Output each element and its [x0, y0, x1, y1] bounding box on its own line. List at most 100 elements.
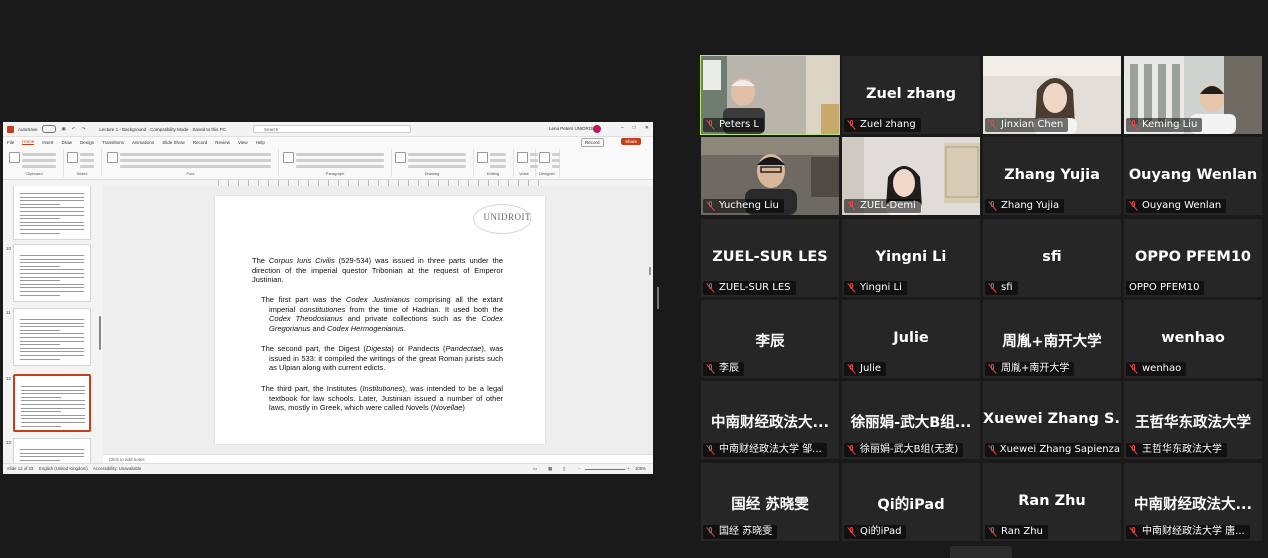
- split-view-divider[interactable]: [657, 287, 659, 309]
- tab-home[interactable]: Home: [22, 139, 35, 145]
- participant-name: 李辰: [719, 363, 739, 374]
- thumbnail-text-line: [20, 255, 84, 256]
- tab-transitions[interactable]: Transitions: [102, 140, 124, 145]
- ribbon-command[interactable]: [22, 165, 56, 168]
- paragraph-icon[interactable]: [283, 152, 294, 163]
- participant-tile[interactable]: ZUEL-Demi: [842, 137, 980, 215]
- tab-view[interactable]: View: [238, 140, 248, 145]
- tab-review[interactable]: Review: [215, 140, 230, 145]
- tab-animations[interactable]: Animations: [132, 140, 154, 145]
- participant-tile[interactable]: Peters L: [700, 55, 840, 135]
- zoom-slider[interactable]: [585, 469, 625, 470]
- search-input[interactable]: Search: [253, 125, 411, 133]
- undo-icon[interactable]: ↶: [72, 126, 76, 132]
- ribbon-command[interactable]: [296, 165, 384, 168]
- participant-tile[interactable]: Ran Zhu Ran Zhu: [983, 463, 1121, 541]
- ribbon-command[interactable]: [490, 153, 506, 156]
- ribbon-command[interactable]: [552, 159, 560, 162]
- minimize-icon[interactable]: –: [621, 125, 624, 131]
- ribbon-command[interactable]: [80, 153, 94, 156]
- ribbon-command[interactable]: [552, 165, 560, 168]
- zoom-in-icon[interactable]: +: [627, 464, 630, 474]
- tab-record[interactable]: Record: [193, 140, 208, 145]
- participant-tile[interactable]: Zuel zhang Zuel zhang: [842, 56, 980, 134]
- participant-tile[interactable]: Yucheng Liu: [701, 137, 839, 215]
- ribbon-group-label: Drawing: [424, 171, 440, 176]
- participant-tile[interactable]: Keming Liu: [1124, 56, 1262, 134]
- language-indicator[interactable]: English (United Kingdom): [39, 464, 88, 474]
- ribbon-command[interactable]: [408, 159, 466, 162]
- participant-tile[interactable]: wenhao wenhao: [1124, 300, 1262, 378]
- ribbon-command[interactable]: [296, 159, 384, 162]
- ribbon-command[interactable]: [408, 153, 466, 156]
- ribbon-command[interactable]: [80, 159, 94, 162]
- ribbon-command[interactable]: [120, 165, 271, 168]
- participant-tile[interactable]: ZUEL-SUR LES ZUEL-SUR LES: [701, 219, 839, 297]
- ribbon-command[interactable]: [120, 153, 271, 156]
- share-button[interactable]: Share: [621, 138, 642, 145]
- account-name[interactable]: Lena Peters UNIDROIT: [549, 126, 596, 131]
- ribbon-command[interactable]: [80, 165, 94, 168]
- tab-slide-show[interactable]: Slide Show: [162, 140, 185, 145]
- participant-tile[interactable]: 周胤+南开大学 周胤+南开大学: [983, 300, 1121, 378]
- normal-view-icon[interactable]: ▭: [533, 464, 537, 474]
- slide-thumbnail[interactable]: [13, 438, 91, 464]
- participant-tile[interactable]: 国经 苏晓雯 国经 苏晓雯: [701, 463, 839, 541]
- tab-help[interactable]: Help: [256, 140, 265, 145]
- record-button[interactable]: Record: [581, 138, 604, 147]
- sorter-view-icon[interactable]: ▦: [548, 464, 552, 474]
- participant-tile[interactable]: 王哲华东政法大学 王哲华东政法大学: [1124, 381, 1262, 459]
- tab-draw[interactable]: Draw: [62, 140, 73, 145]
- participant-tile[interactable]: 李辰 李辰: [701, 300, 839, 378]
- participant-tile[interactable]: Zhang Yujia Zhang Yujia: [983, 137, 1121, 215]
- editor-scrollbar[interactable]: [649, 267, 651, 275]
- ribbon-command[interactable]: [22, 153, 56, 156]
- redo-icon[interactable]: ↷: [82, 126, 86, 132]
- participant-tile[interactable]: Qi的iPad Qi的iPad: [842, 463, 980, 541]
- thumbnail-scrollbar[interactable]: [99, 316, 101, 350]
- participant-tile[interactable]: 中南财经政法大... 中南财经政法大学 唐...: [1124, 463, 1262, 541]
- slide-thumbnail[interactable]: [13, 308, 91, 366]
- ribbon-command[interactable]: [490, 159, 506, 162]
- accessibility-status[interactable]: Accessibility: Unavailable: [93, 464, 141, 474]
- drawing-icon[interactable]: [395, 152, 406, 163]
- participant-tile[interactable]: 中南财经政法大... 中南财经政法大学 邹...: [701, 381, 839, 459]
- participant-tile[interactable]: Ouyang Wenlan Ouyang Wenlan: [1124, 137, 1262, 215]
- toolbar-handle[interactable]: [950, 546, 1012, 558]
- tab-file[interactable]: File: [7, 140, 14, 145]
- participant-tile[interactable]: Jinxian Chen: [983, 56, 1121, 134]
- zoom-level[interactable]: 106%: [635, 464, 646, 474]
- close-icon[interactable]: ✕: [645, 125, 649, 131]
- participant-tile[interactable]: Yingni Li Yingni Li: [842, 219, 980, 297]
- current-slide[interactable]: UNIDROIT The Corpus Iuris Civilis (529-5…: [215, 196, 545, 444]
- ribbon-command[interactable]: [408, 165, 466, 168]
- participant-tile[interactable]: sfi sfi: [983, 219, 1121, 297]
- zoom-out-icon[interactable]: −: [578, 464, 581, 474]
- participant-tile[interactable]: Julie Julie: [842, 300, 980, 378]
- ribbon-command[interactable]: [296, 153, 384, 156]
- slides-icon[interactable]: [67, 152, 78, 163]
- participant-name: Qi的iPad: [860, 526, 902, 537]
- font-icon[interactable]: [107, 152, 118, 163]
- slide-thumbnail[interactable]: [13, 186, 91, 240]
- participant-tile[interactable]: Xuewei Zhang S... Xuewei Zhang Sapienza: [983, 381, 1121, 459]
- designer-icon[interactable]: [539, 152, 550, 163]
- maximize-icon[interactable]: □: [633, 125, 636, 131]
- avatar[interactable]: [593, 125, 601, 133]
- autosave-toggle[interactable]: [41, 125, 56, 133]
- reading-view-icon[interactable]: ▯: [563, 464, 565, 474]
- clipboard-icon[interactable]: [9, 152, 20, 163]
- save-icon[interactable]: ▣: [62, 126, 66, 132]
- slide-thumbnail[interactable]: [13, 374, 91, 432]
- ribbon-command[interactable]: [552, 153, 560, 156]
- ribbon-command[interactable]: [490, 165, 506, 168]
- ribbon-command[interactable]: [22, 159, 56, 162]
- slide-thumbnail[interactable]: [13, 244, 91, 302]
- editing-icon[interactable]: [477, 152, 488, 163]
- participant-tile[interactable]: 徐丽娟-武大B组... 徐丽娟-武大B组(无麦): [842, 381, 980, 459]
- ribbon-command[interactable]: [120, 159, 271, 162]
- tab-insert[interactable]: Insert: [42, 140, 53, 145]
- participant-tile[interactable]: OPPO PFEM10 OPPO PFEM10: [1124, 219, 1262, 297]
- voice-icon[interactable]: [517, 152, 528, 163]
- tab-design[interactable]: Design: [80, 140, 94, 145]
